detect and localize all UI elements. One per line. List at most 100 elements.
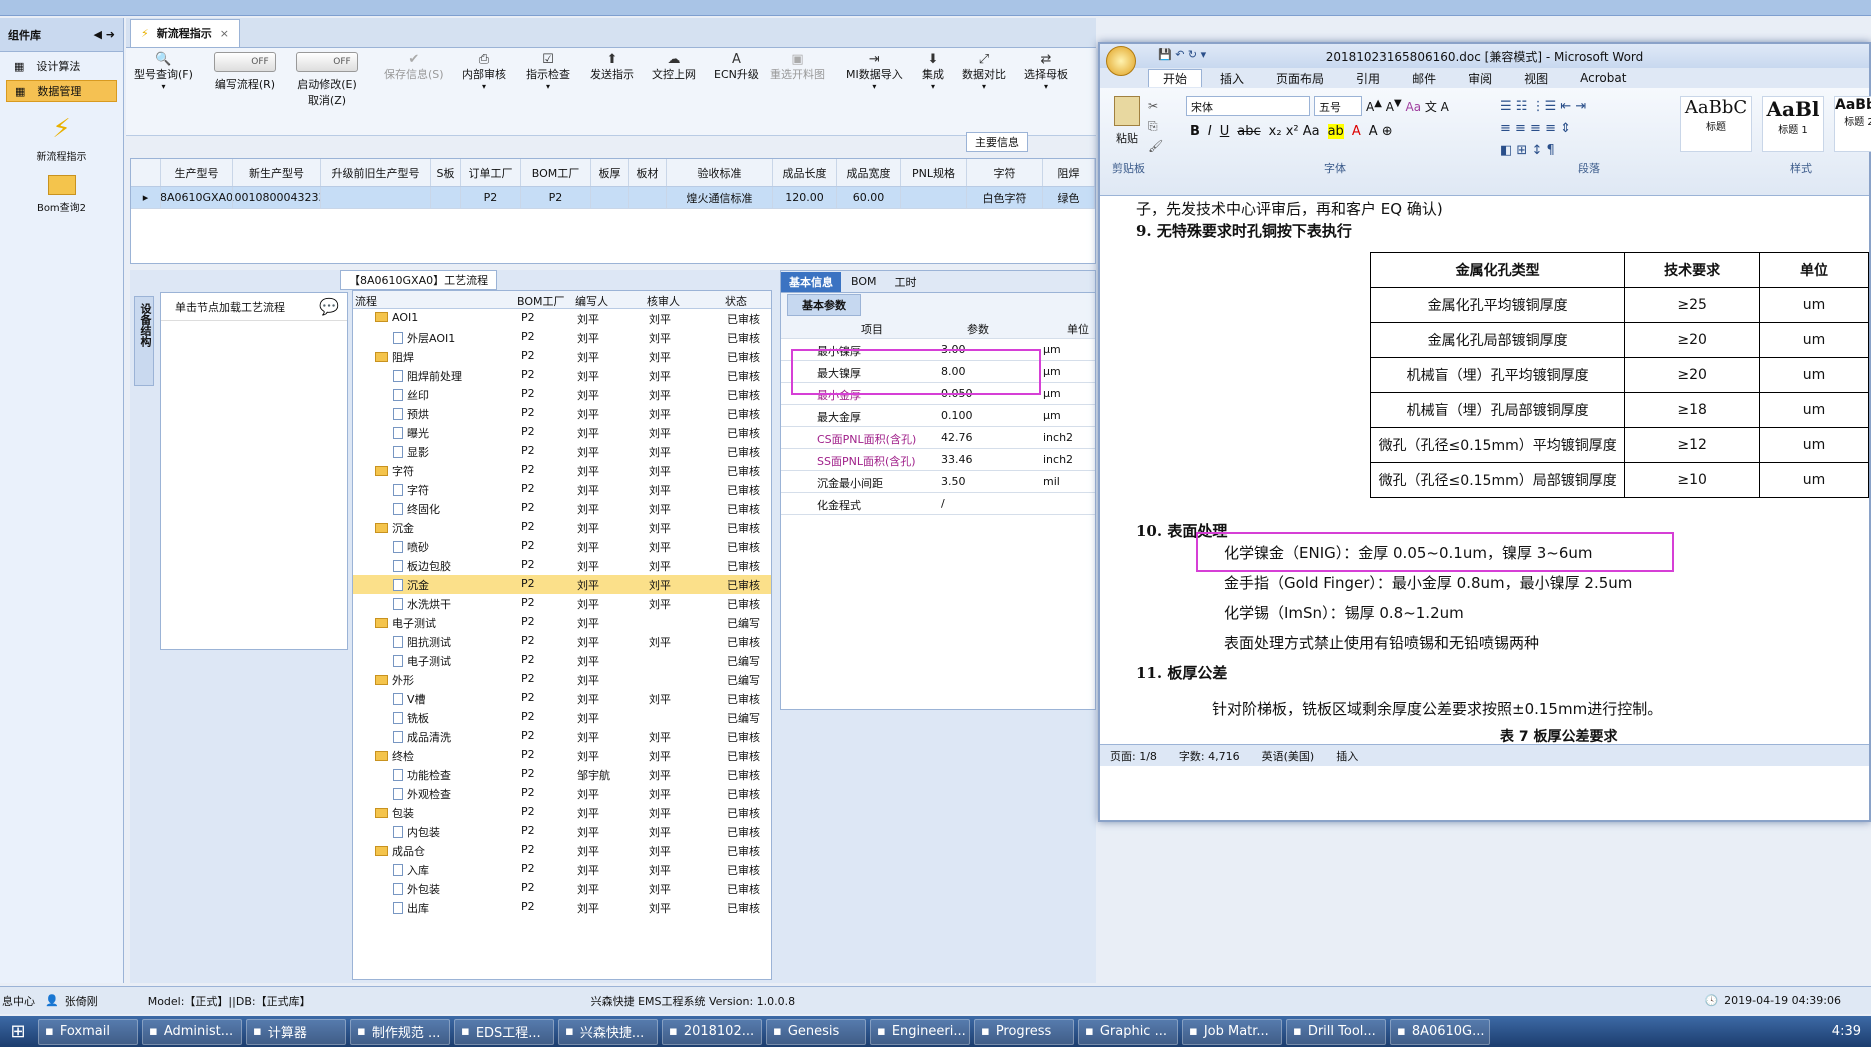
tree-row[interactable]: 内包装 P2 刘平 刘平 已审核 — [353, 822, 771, 841]
font-name-select[interactable]: 宋体 — [1186, 96, 1310, 116]
tree-row[interactable]: 外包装 P2 刘平 刘平 已审核 — [353, 879, 771, 898]
insert-mode[interactable]: 插入 — [1336, 748, 1358, 764]
tree-row[interactable]: 字符 P2 刘平 刘平 已审核 — [353, 480, 771, 499]
taskbar-item[interactable]: ▪ 计算器 — [246, 1018, 346, 1045]
tree-col-header[interactable]: BOM工厂 — [517, 293, 565, 309]
tree-row[interactable]: 喷砂 P2 刘平 刘平 已审核 — [353, 537, 771, 556]
grid-col-header[interactable]: 生产型号 — [161, 159, 233, 186]
tab-work-hours[interactable]: 工时 — [887, 272, 925, 292]
left-item-design-algo[interactable]: ▦ 设计算法 — [6, 55, 117, 77]
tab-basic-info[interactable]: 基本信息 — [781, 271, 841, 292]
ribbon-tab-insert[interactable]: 插入 — [1206, 70, 1258, 87]
grid-col-header[interactable]: 板厚 — [591, 159, 629, 186]
taskbar-item[interactable]: ▪ EDS工程... — [454, 1018, 554, 1045]
quick-access-icons[interactable]: 💾 ↶ ↻ ▾ — [1158, 48, 1206, 61]
taskbar-item[interactable]: ▪ Progress — [974, 1018, 1074, 1045]
mi-data-import-button[interactable]: ⇥ MI数据导入 ▾ — [846, 52, 903, 91]
taskbar-item[interactable]: ▪ Job Matr... — [1182, 1018, 1282, 1045]
taskbar-item[interactable]: ▪ 兴森快捷... — [558, 1018, 658, 1045]
taskbar-item[interactable]: ▪ Administ... — [142, 1018, 242, 1045]
grid-col-header[interactable]: S板 — [431, 159, 461, 186]
reselect-cutting-button[interactable]: ▣ 重选开料图 — [770, 52, 825, 82]
table-row[interactable]: ▸ 8A0610GXA0 10010800043233 P2 P2 煌火通信标准… — [131, 187, 1095, 209]
select-motherboard-button[interactable]: ⇄ 选择母板 ▾ — [1024, 52, 1068, 91]
tree-row[interactable]: 成品仓 P2 刘平 刘平 已审核 — [353, 841, 771, 860]
taskbar-item[interactable]: ▪ 2018102... — [662, 1018, 762, 1045]
param-value[interactable]: 0.100 — [941, 409, 973, 422]
font-size-select[interactable]: 五号 — [1314, 96, 1362, 116]
tree-row[interactable]: 外观检查 P2 刘平 刘平 已审核 — [353, 784, 771, 803]
start-button-icon[interactable]: ⊞ — [0, 1021, 36, 1042]
tree-col-header[interactable]: 状态 — [725, 293, 747, 309]
tree-row[interactable]: 阻抗测试 P2 刘平 刘平 已审核 — [353, 632, 771, 651]
grid-col-header[interactable]: 成品宽度 — [837, 159, 901, 186]
tab-bom[interactable]: BOM — [843, 273, 885, 290]
tree-row[interactable]: 出库 P2 刘平 刘平 已审核 — [353, 898, 771, 917]
taskbar-item[interactable]: ▪ Genesis — [766, 1018, 866, 1045]
ribbon-tab-references[interactable]: 引用 — [1342, 70, 1394, 87]
taskbar-item[interactable]: ▪ Engineeri... — [870, 1018, 970, 1045]
equipment-structure-tab[interactable]: 设备结构 — [134, 296, 154, 386]
tree-row[interactable]: 包装 P2 刘平 刘平 已审核 — [353, 803, 771, 822]
ribbon-tab-home[interactable]: 开始 — [1148, 69, 1203, 87]
grid-col-header[interactable]: BOM工厂 — [521, 159, 591, 186]
param-value[interactable]: 3.50 — [941, 475, 966, 488]
ribbon-tab-view[interactable]: 视图 — [1510, 70, 1562, 87]
edit-flow-toggle[interactable]: OFF 编写流程(R) — [214, 52, 276, 92]
tree-row[interactable]: 阻焊 P2 刘平 刘平 已审核 — [353, 347, 771, 366]
instruction-check-button[interactable]: ☑ 指示检查 ▾ — [526, 52, 570, 91]
ribbon-tab-layout[interactable]: 页面布局 — [1262, 70, 1338, 87]
tree-row[interactable]: 字符 P2 刘平 刘平 已审核 — [353, 461, 771, 480]
style-title[interactable]: AaBbC 标题 — [1680, 96, 1752, 152]
word-document[interactable]: 子，先发技术中心评审后，再和客户 EQ 确认) 9. 无特殊要求时孔铜按下表执行… — [1100, 196, 1869, 766]
internal-review-button[interactable]: ⎙ 内部审核 ▾ — [462, 52, 506, 91]
grid-col-header[interactable]: 升级前旧生产型号 — [321, 159, 431, 186]
grid-col-header[interactable]: 新生产型号 — [233, 159, 321, 186]
param-row[interactable]: 沉金最小间距 3.50 mil — [781, 471, 1095, 493]
taskbar-item[interactable]: ▪ Foxmail — [38, 1018, 138, 1045]
tree-row[interactable]: 板边包胶 P2 刘平 刘平 已审核 — [353, 556, 771, 575]
tree-row[interactable]: 丝印 P2 刘平 刘平 已审核 — [353, 385, 771, 404]
paragraph-buttons[interactable]: ☰ ☷ ⋮☰ ⇤ ⇥ ≡ ≡ ≡ ≡ ⇕ ◧ ⊞ ↕ ¶ — [1500, 96, 1586, 162]
cut-copy-format-icons[interactable]: ✂ ⎘ 🖌 — [1148, 96, 1163, 156]
page-count[interactable]: 页面: 1/8 — [1110, 748, 1157, 764]
grid-col-header[interactable]: PNL规格 — [901, 159, 967, 186]
left-item-data-management[interactable]: ▦ 数据管理 — [6, 80, 117, 102]
grid-col-header[interactable]: 订单工厂 — [461, 159, 521, 186]
tree-row[interactable]: 阻焊前处理 P2 刘平 刘平 已审核 — [353, 366, 771, 385]
paste-button[interactable]: 粘贴 — [1114, 96, 1140, 146]
tree-row[interactable]: 外形 P2 刘平 已编写 — [353, 670, 771, 689]
collapse-arrow-icon[interactable]: ◀ ➜ — [93, 28, 115, 41]
tree-row[interactable]: 外层AOI1 P2 刘平 刘平 已审核 — [353, 328, 771, 347]
language[interactable]: 英语(美国) — [1262, 748, 1315, 764]
tree-row[interactable]: 铣板 P2 刘平 已编写 — [353, 708, 771, 727]
param-value[interactable]: / — [941, 497, 945, 510]
new-flow-shortcut[interactable]: ⚡ 新流程指示 — [0, 114, 123, 163]
toggle-switch[interactable]: OFF — [296, 52, 358, 72]
tab-basic-params[interactable]: 基本参数 — [787, 294, 861, 316]
cancel-label[interactable]: 取消(Z) — [296, 92, 358, 108]
tree-row[interactable]: 成品清洗 P2 刘平 刘平 已审核 — [353, 727, 771, 746]
font-format-buttons[interactable]: B I U abc x₂ x² Aa ab A A ⊕ — [1190, 124, 1393, 139]
tree-row[interactable]: 水洗烘干 P2 刘平 刘平 已审核 — [353, 594, 771, 613]
grid-col-header[interactable]: 验收标准 — [667, 159, 773, 186]
toggle-switch[interactable]: OFF — [214, 52, 276, 72]
taskbar-item[interactable]: ▪ Drill Tool... — [1286, 1018, 1386, 1045]
taskbar-item[interactable]: ▪ 制作规范 ... — [350, 1018, 450, 1045]
font-size-buttons[interactable]: A▲ A▼ Aa 文 A — [1366, 98, 1449, 115]
send-instruction-button[interactable]: ⬆ 发送指示 — [590, 52, 634, 82]
tree-row[interactable]: 预烘 P2 刘平 刘平 已审核 — [353, 404, 771, 423]
tree-row[interactable]: 电子测试 P2 刘平 已编写 — [353, 613, 771, 632]
start-modify-toggle[interactable]: OFF 启动修改(E) 取消(Z) — [296, 52, 358, 108]
grid-col-header[interactable]: 字符 — [967, 159, 1043, 186]
param-row[interactable]: 最大金厚 0.100 μm — [781, 405, 1095, 427]
tree-row[interactable]: V槽 P2 刘平 刘平 已审核 — [353, 689, 771, 708]
ribbon-tab-mailings[interactable]: 邮件 — [1398, 70, 1450, 87]
tab-new-flow[interactable]: ⚡ 新流程指示 × — [130, 18, 240, 47]
integrate-button[interactable]: ⬇ 集成 ▾ — [922, 52, 944, 91]
tree-row[interactable]: AOI1 P2 刘平 刘平 已审核 — [353, 309, 771, 328]
grid-col-header[interactable]: 阻焊 — [1043, 159, 1095, 186]
tree-row[interactable]: 沉金 P2 刘平 刘平 已审核 — [353, 575, 771, 594]
load-flow-hint[interactable]: 单击节点加载工艺流程 💬 — [161, 293, 347, 321]
taskbar-item[interactable]: ▪ 8A0610G... — [1390, 1018, 1490, 1045]
